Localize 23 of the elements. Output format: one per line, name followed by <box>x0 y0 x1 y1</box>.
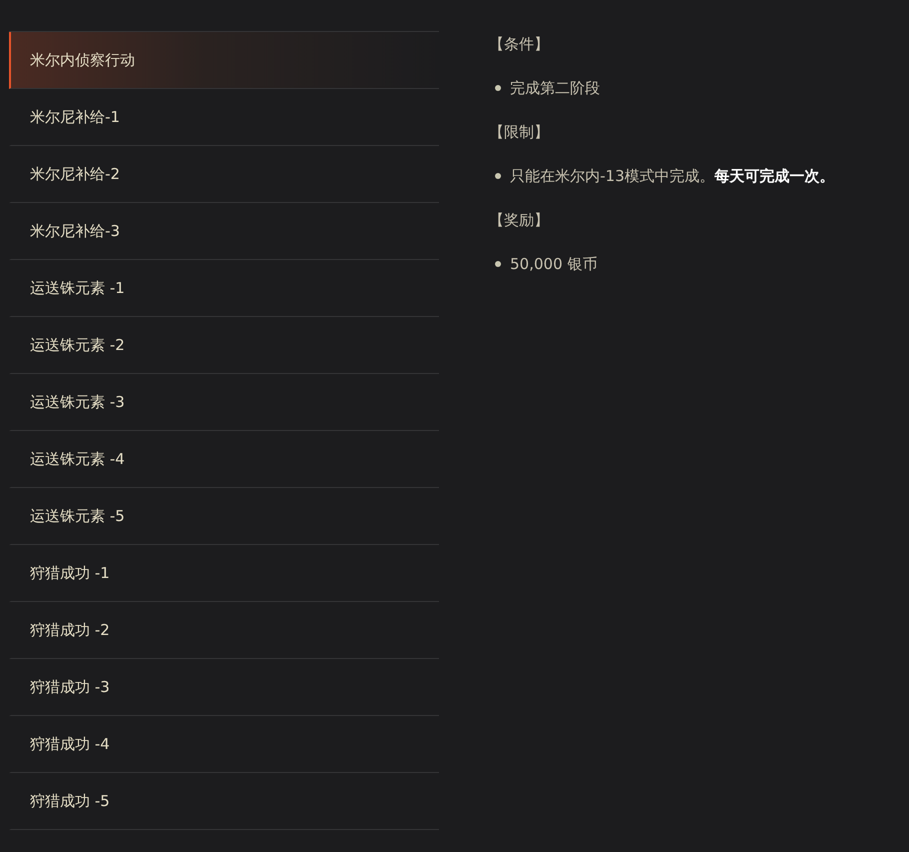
quest-item[interactable]: 狩猎成功 -3 <box>9 659 439 716</box>
quest-item[interactable]: 狩猎成功 -5 <box>9 773 439 830</box>
detail-text: 完成第二阶段 <box>510 78 600 98</box>
quest-item[interactable]: 米尔尼补给-1 <box>9 89 439 146</box>
section-heading: 【限制】 <box>489 122 550 143</box>
quest-item[interactable]: 米尔内侦察行动 <box>9 32 439 89</box>
quest-item[interactable]: 狩猎成功 -2 <box>9 602 439 659</box>
bullet-icon <box>495 261 501 267</box>
quest-item[interactable]: 米尔尼补给-3 <box>9 203 439 260</box>
quest-item[interactable]: 米尔尼补给-2 <box>9 146 439 203</box>
quest-item[interactable]: 狩猎成功 -4 <box>9 716 439 773</box>
quest-item[interactable]: 运送铢元素 -1 <box>9 260 439 317</box>
quest-item[interactable]: 运送铢元素 -4 <box>9 431 439 488</box>
detail-text: 只能在米尔内-13模式中完成。每天可完成一次。 <box>510 166 834 186</box>
quest-item[interactable]: 运送铢元素 -5 <box>9 488 439 545</box>
bullet-icon <box>495 173 501 179</box>
quest-item[interactable]: 狩猎成功 -1 <box>9 545 439 602</box>
section-heading: 【条件】 <box>489 34 550 55</box>
bullet-icon <box>495 85 501 91</box>
section-heading: 【奖励】 <box>489 210 550 231</box>
detail-text: 50,000 银币 <box>510 254 598 274</box>
quest-item[interactable]: 运送铢元素 -2 <box>9 317 439 374</box>
quest-item[interactable]: 运送铢元素 -3 <box>9 374 439 431</box>
